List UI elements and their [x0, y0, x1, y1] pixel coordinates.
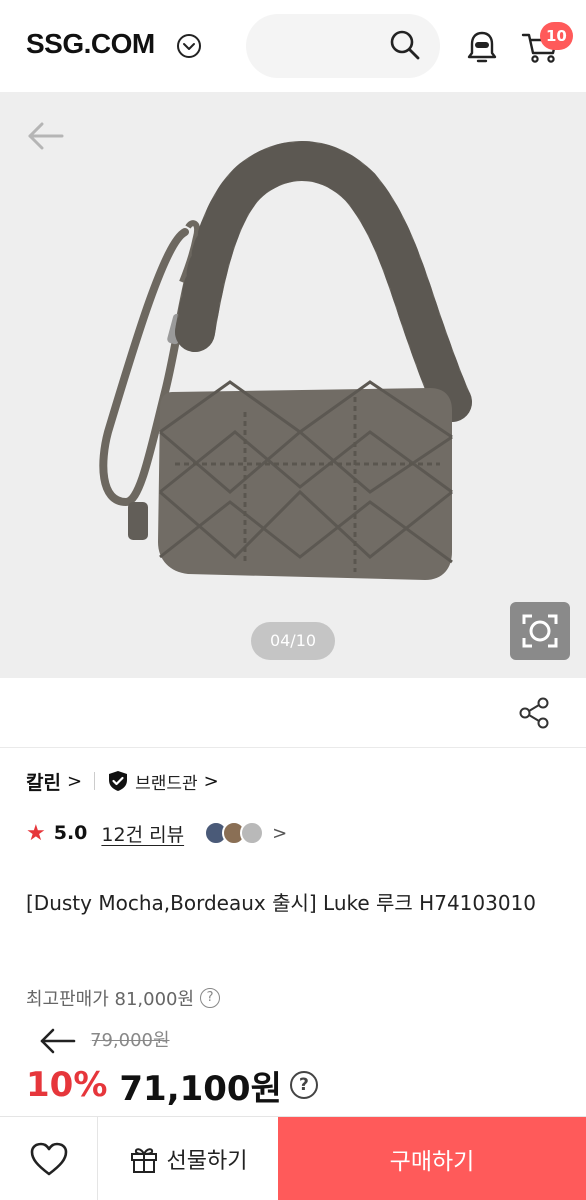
heart-icon — [30, 1142, 68, 1176]
review-thumbnail — [240, 821, 265, 845]
back-arrow-icon[interactable] — [26, 120, 66, 152]
chevron-right-icon[interactable]: > — [272, 823, 287, 844]
back-arrow-icon — [40, 1028, 76, 1054]
bottom-action-bar: 선물하기 구매하기 — [0, 1116, 586, 1200]
discount-rate: 10% — [26, 1065, 108, 1105]
divider — [94, 772, 96, 790]
original-price: 79,000원 — [90, 1030, 170, 1051]
camera-lens-icon — [522, 614, 558, 648]
notification-bell-icon[interactable] — [464, 29, 500, 65]
image-search-button[interactable] — [510, 602, 570, 660]
image-page-indicator: 04/10 — [251, 622, 335, 660]
help-icon[interactable]: ? — [289, 1071, 318, 1099]
star-icon: ★ — [26, 820, 46, 846]
help-icon[interactable]: ? — [200, 988, 221, 1008]
product-title: [Dusty Mocha,Bordeaux 출시] Luke 루크 H74103… — [26, 891, 537, 915]
brand-store-link[interactable]: 브랜드관 — [135, 769, 198, 794]
sale-price: 71,100원 — [119, 1068, 282, 1109]
ssg-logo[interactable]: SSG.COM — [26, 28, 155, 60]
header: SSG.COM 10 — [0, 0, 586, 92]
gift-button-label: 선물하기 — [166, 1149, 248, 1174]
share-row — [0, 678, 586, 748]
gift-button[interactable]: 선물하기 — [98, 1117, 278, 1200]
brand-shield-check-icon — [109, 771, 128, 791]
sale-price-row: 10% 71,100원 ? — [26, 1062, 318, 1109]
cart-count-badge: 10 — [540, 22, 573, 50]
gift-icon — [130, 1148, 157, 1173]
review-photo-thumbnails[interactable] — [204, 821, 265, 845]
brand-row: 칼린 > 브랜드관 > — [26, 766, 219, 796]
chevron-right-icon: > — [203, 770, 219, 792]
product-image-gallery[interactable]: 04/10 — [0, 92, 586, 678]
product-image — [99, 141, 472, 580]
share-icon[interactable] — [518, 696, 550, 730]
search-icon[interactable] — [388, 28, 422, 62]
brand-name-link[interactable]: 칼린 — [26, 768, 61, 795]
rating-row: ★ 5.0 12건 리뷰 > — [26, 816, 287, 850]
buy-button[interactable]: 구매하기 — [278, 1117, 586, 1200]
rating-score: 5.0 — [53, 822, 88, 844]
review-count-link[interactable]: 12건 리뷰 — [101, 820, 184, 847]
wishlist-button[interactable] — [0, 1117, 98, 1200]
chevron-right-icon: > — [66, 770, 83, 792]
chevron-down-circle-icon[interactable] — [176, 33, 202, 59]
